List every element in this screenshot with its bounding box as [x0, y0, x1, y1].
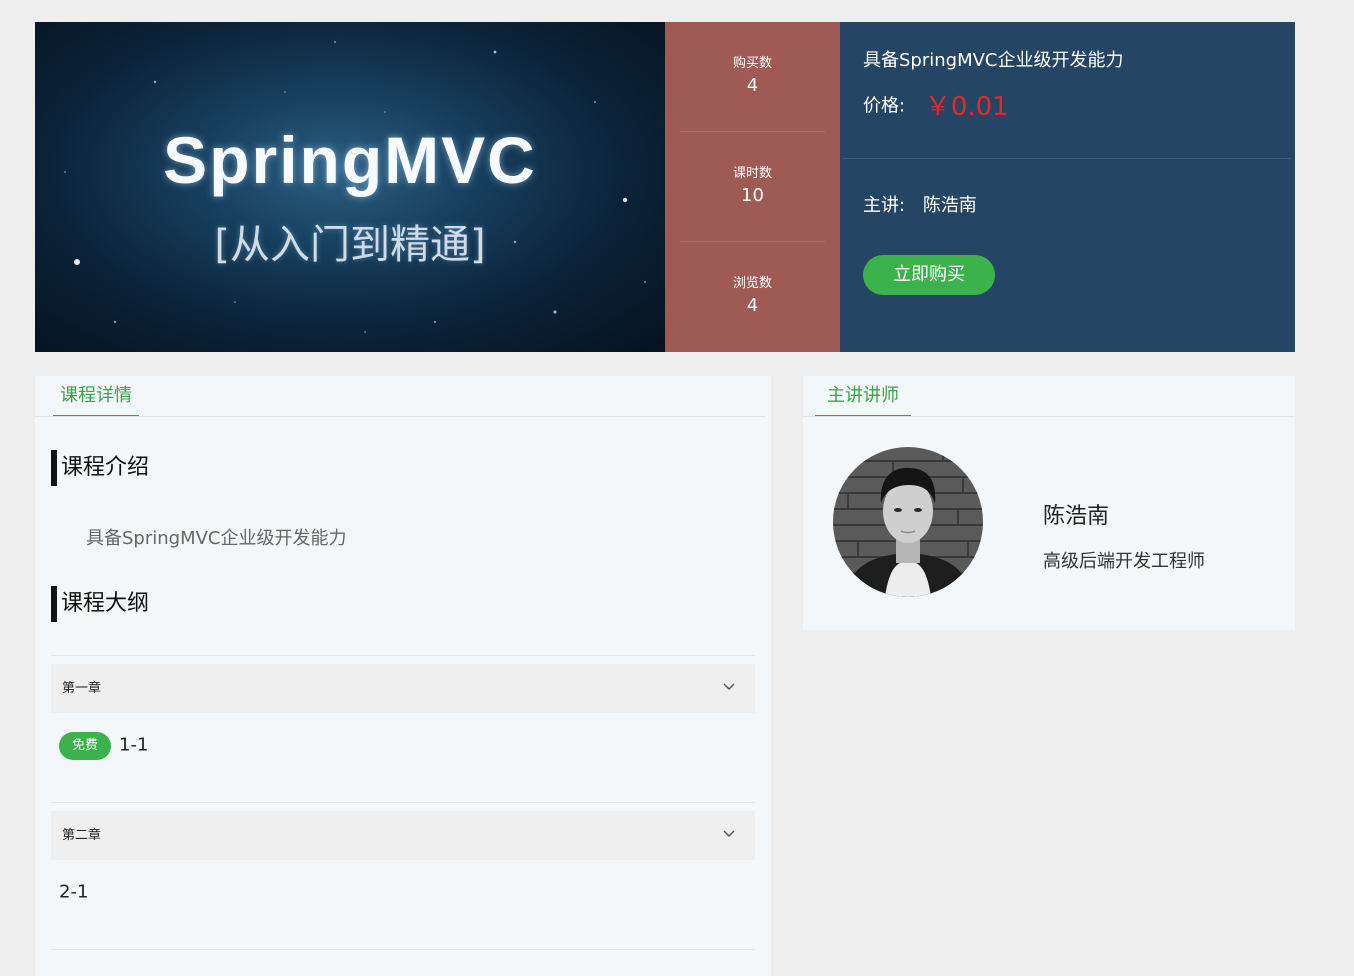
teacher-row: 主讲: 陈浩南	[863, 191, 977, 217]
lesson-name: 1-1	[119, 734, 149, 756]
lesson-name: 2-1	[59, 881, 89, 903]
teacher-label: 主讲:	[863, 195, 906, 216]
chapter-header[interactable]: 第一章	[51, 664, 755, 713]
stat-value: 4	[746, 295, 759, 316]
cover-subtitle: [从入门到精通]	[214, 222, 486, 268]
outline-heading: 课程大纲	[51, 586, 149, 622]
course-title: 具备SpringMVC企业级开发能力	[863, 50, 1124, 71]
divider	[843, 158, 1291, 159]
chevron-down-icon	[723, 830, 735, 837]
stat-lessons: 课时数 10	[680, 132, 825, 242]
price-label: 价格:	[863, 95, 906, 117]
chevron-down-icon	[723, 683, 735, 690]
teacher-title: 高级后端开发工程师	[1043, 551, 1205, 572]
stat-label: 课时数	[732, 166, 772, 181]
cover-title: SpringMVC	[163, 123, 537, 197]
course-header: SpringMVC [从入门到精通] 购买数 4 课时数 10 浏览数 4 具备…	[35, 22, 1295, 352]
chapter-title: 第一章	[62, 681, 102, 696]
teacher-panel: 主讲讲师 陈浩南 高级后端开发工程师	[803, 376, 1295, 630]
stat-views: 浏览数 4	[680, 242, 825, 352]
course-detail-panel: 课程详情 课程介绍 具备SpringMVC企业级开发能力 课程大纲 第一章 免费…	[35, 376, 771, 976]
tab-teacher[interactable]: 主讲讲师	[815, 376, 911, 416]
intro-text: 具备SpringMVC企业级开发能力	[86, 528, 347, 549]
chapter-header[interactable]: 第二章	[51, 811, 755, 860]
price-value: ￥0.01	[924, 92, 1009, 122]
tab-course-detail[interactable]: 课程详情	[53, 376, 139, 416]
lesson-item[interactable]: 2-1	[59, 878, 88, 906]
chapter-title: 第二章	[62, 828, 102, 843]
divider	[51, 802, 755, 803]
divider	[51, 655, 755, 656]
intro-heading: 课程介绍	[51, 450, 149, 486]
course-info: 具备SpringMVC企业级开发能力 价格: ￥0.01 主讲: 陈浩南 立即购…	[840, 22, 1295, 352]
stat-purchases: 购买数 4	[680, 22, 825, 132]
price-row: 价格: ￥0.01	[863, 86, 1009, 123]
divider	[51, 949, 755, 950]
tab-bar-divider	[803, 416, 1295, 417]
lesson-item[interactable]: 免费 1-1	[59, 731, 149, 760]
free-badge: 免费	[59, 731, 111, 760]
course-stats: 购买数 4 课时数 10 浏览数 4	[665, 22, 840, 352]
course-cover-image: SpringMVC [从入门到精通]	[35, 22, 665, 352]
stat-label: 购买数	[732, 56, 772, 71]
teacher-name: 陈浩南	[922, 195, 977, 216]
tab-bar-divider	[35, 416, 765, 417]
stat-value: 4	[746, 75, 759, 96]
teacher-avatar	[833, 447, 983, 597]
stat-value: 10	[741, 185, 764, 206]
teacher-name: 陈浩南	[1043, 504, 1110, 529]
buy-now-button[interactable]: 立即购买	[863, 255, 995, 295]
stat-label: 浏览数	[732, 276, 772, 291]
